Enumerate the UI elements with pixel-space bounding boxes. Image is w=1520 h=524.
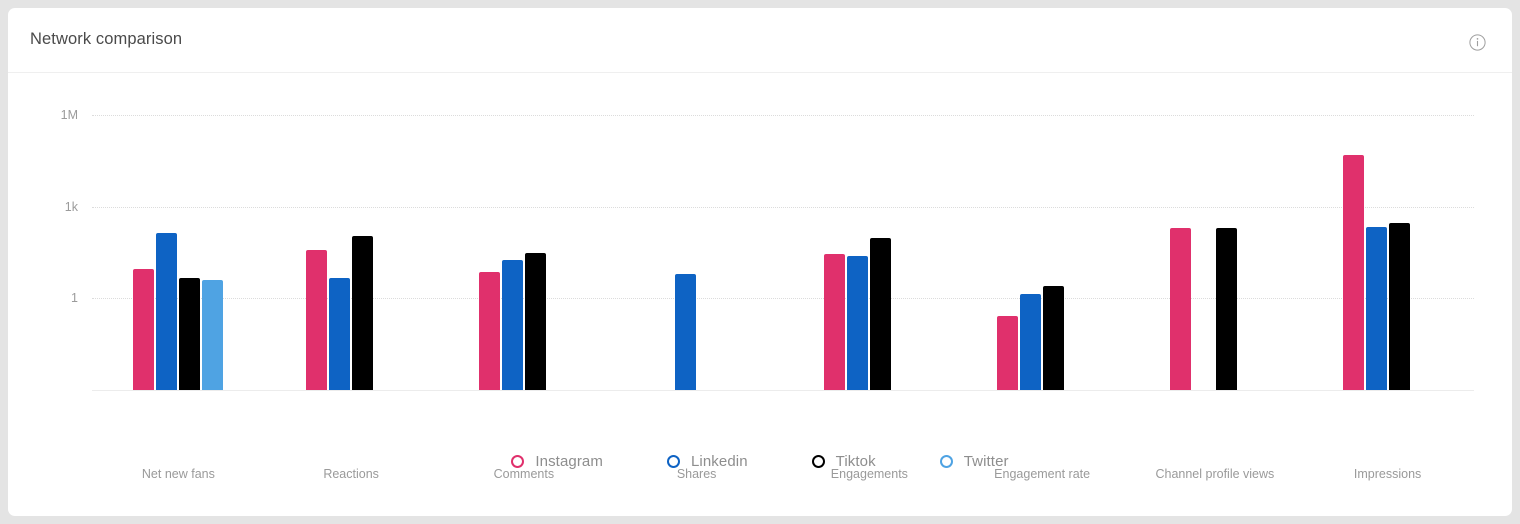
bar-instagram-net-new-fans[interactable] <box>133 268 155 390</box>
legend-label: Twitter <box>963 453 1009 470</box>
legend-item-linkedin[interactable]: Linkedin <box>666 453 748 470</box>
bar-group[interactable]: Shares <box>610 73 783 516</box>
bar-group-bars <box>92 73 265 390</box>
legend-item-twitter[interactable]: Twitter <box>939 453 1009 470</box>
bar-instagram-engagements[interactable] <box>824 254 846 390</box>
bar-group-bars <box>1301 73 1474 390</box>
bar-tiktok-engagements[interactable] <box>870 237 892 390</box>
bar-linkedin-engagement-rate[interactable] <box>1020 293 1042 390</box>
bar-group-bars <box>783 73 956 390</box>
bar-linkedin-net-new-fans[interactable] <box>156 232 178 390</box>
legend-marker-icon <box>511 455 525 468</box>
bar-group-bars <box>1129 73 1302 390</box>
bar-group-bars <box>610 73 783 390</box>
chart-plot-area: 1M 1k 1 Net new fans Reactions Comments Share… <box>8 73 1512 516</box>
card-header: Network comparison <box>8 8 1512 73</box>
legend-label: Linkedin <box>690 453 748 470</box>
bar-group[interactable]: Reactions <box>265 73 438 516</box>
bar-group-bars <box>438 73 611 390</box>
bar-instagram-impressions[interactable] <box>1342 154 1364 390</box>
bar-group[interactable]: Engagements <box>783 73 956 516</box>
chart-legend: Instagram Linkedin Tiktok Twitter <box>8 453 1512 470</box>
bar-group[interactable]: Channel profile views <box>1129 73 1302 516</box>
bar-instagram-comments[interactable] <box>478 272 500 390</box>
bar-linkedin-comments[interactable] <box>501 259 523 390</box>
y-axis-tick-label: 1 <box>71 291 78 305</box>
legend-label: Tiktok <box>835 453 876 470</box>
bar-tiktok-impressions[interactable] <box>1388 223 1410 390</box>
bar-linkedin-engagements[interactable] <box>847 255 869 390</box>
bar-group[interactable]: Comments <box>438 73 611 516</box>
y-axis-tick-label: 1M <box>60 108 78 123</box>
bar-tiktok-net-new-fans[interactable] <box>179 278 201 390</box>
bar-instagram-engagement-rate[interactable] <box>997 316 1019 390</box>
page-title: Network comparison <box>30 30 183 48</box>
bar-tiktok-channel-profile-views[interactable] <box>1215 227 1237 390</box>
bar-group[interactable]: Engagement rate <box>956 73 1129 516</box>
legend-label: Instagram <box>535 453 603 470</box>
legend-marker-icon <box>666 455 680 468</box>
bar-linkedin-shares[interactable] <box>674 274 696 390</box>
legend-marker-icon <box>811 455 825 468</box>
bar-linkedin-impressions[interactable] <box>1365 226 1387 390</box>
legend-item-instagram[interactable]: Instagram <box>511 453 603 470</box>
bar-group-bars <box>265 73 438 390</box>
bar-tiktok-reactions[interactable] <box>352 235 374 390</box>
legend-marker-icon <box>939 455 953 468</box>
bar-groups: Net new fans Reactions Comments Shares Engag… <box>92 73 1474 516</box>
info-circle-icon[interactable] <box>1469 34 1486 51</box>
bar-instagram-channel-profile-views[interactable] <box>1169 227 1191 390</box>
network-comparison-card: Network comparison 1M 1k 1 Net new fans Rea… <box>8 8 1512 516</box>
bar-group[interactable]: Impressions <box>1301 73 1474 516</box>
bar-twitter-net-new-fans[interactable] <box>202 279 224 390</box>
bar-group[interactable]: Net new fans <box>92 73 265 516</box>
bar-instagram-reactions[interactable] <box>306 250 328 390</box>
bar-tiktok-comments[interactable] <box>524 252 546 390</box>
y-axis-tick-label: 1k <box>64 199 78 214</box>
bar-linkedin-reactions[interactable] <box>329 278 351 390</box>
legend-item-tiktok[interactable]: Tiktok <box>811 453 876 470</box>
bar-tiktok-engagement-rate[interactable] <box>1043 286 1065 390</box>
bar-group-bars <box>956 73 1129 390</box>
